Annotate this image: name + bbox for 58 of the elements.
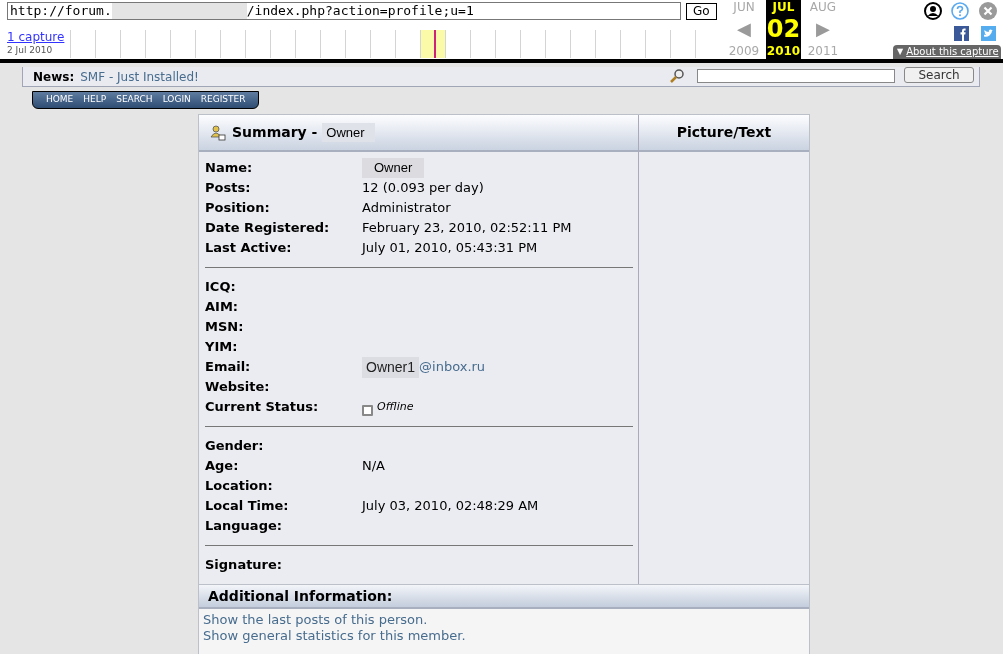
- field-label: Current Status:: [205, 398, 320, 417]
- facebook-icon[interactable]: [954, 26, 969, 41]
- search-button[interactable]: Search: [904, 67, 974, 83]
- nav-link[interactable]: HOME: [46, 93, 74, 107]
- profile-link[interactable]: Show the last posts of this person.: [203, 612, 809, 628]
- email-link[interactable]: @inbox.ru: [419, 357, 486, 377]
- news-label: News:: [33, 68, 75, 86]
- field-value: July 03, 2010, 02:48:29 AM: [362, 497, 539, 516]
- field-label: Language:: [205, 517, 283, 536]
- nav-link[interactable]: HELP: [83, 93, 107, 107]
- field-value: N/A: [362, 457, 385, 476]
- status-icon: [362, 404, 373, 416]
- calendar-column[interactable]: JUL 02 2010: [766, 0, 801, 59]
- nav-link[interactable]: SEARCH: [116, 93, 153, 107]
- caret-icon: ▼: [897, 45, 904, 59]
- nav-link[interactable]: REGISTER: [200, 93, 246, 107]
- news-text: SMF - Just Installed!: [80, 68, 199, 86]
- member-name: Owner: [362, 158, 425, 178]
- field-label: Gender:: [205, 437, 265, 456]
- search-field[interactable]: [697, 69, 895, 83]
- member-icon: [210, 124, 226, 141]
- go-button[interactable]: Go: [686, 2, 717, 20]
- about-capture-button[interactable]: ▼ About this capture: [893, 45, 1001, 59]
- profile-link[interactable]: Show general statistics for this member.: [203, 628, 809, 644]
- field-label: Age:: [205, 457, 240, 476]
- twitter-icon[interactable]: [981, 26, 996, 41]
- field-label: Email:: [205, 358, 252, 377]
- status-text: Offline: [377, 398, 414, 415]
- field-value: February 23, 2010, 02:52:11 PM: [362, 219, 572, 238]
- field-value: Administrator: [362, 199, 451, 218]
- summary-title: Summary -: [232, 123, 319, 142]
- field-label: YIM:: [205, 338, 239, 357]
- summary-name: Owner: [322, 122, 375, 143]
- field-value: July 01, 2010, 05:43:31 PM: [362, 239, 538, 258]
- captures-link[interactable]: 1 capture: [7, 30, 70, 44]
- url-field[interactable]: http://forum. /index.php?action=profile;u=1: [7, 2, 681, 20]
- field-label: Local Time:: [205, 497, 290, 516]
- field-label: Posts:: [205, 179, 252, 198]
- capture-date: 2 Jul 2010: [7, 44, 54, 57]
- field-label: Date Registered:: [205, 219, 331, 238]
- field-label: Website:: [205, 378, 271, 397]
- nav-link[interactable]: LOGIN: [162, 93, 191, 107]
- email-name: Owner1: [362, 356, 420, 378]
- picture-header: Picture/Text: [639, 115, 809, 152]
- field-label: Signature:: [205, 556, 284, 575]
- additional-header: Additional Information:: [199, 584, 809, 609]
- capture-day: 02: [766, 16, 801, 42]
- user-icon[interactable]: [924, 2, 942, 20]
- field-label: MSN:: [205, 318, 245, 337]
- field-label: Location:: [205, 477, 274, 496]
- field-label: Last Active:: [205, 239, 293, 258]
- field-value: 12 (0.093 per day): [362, 179, 484, 198]
- field-label: AIM:: [205, 298, 240, 317]
- help-icon[interactable]: [951, 2, 969, 20]
- close-icon[interactable]: [979, 2, 997, 20]
- field-label: Position:: [205, 199, 271, 218]
- field-label: Name:: [205, 159, 254, 178]
- field-label: ICQ:: [205, 278, 237, 297]
